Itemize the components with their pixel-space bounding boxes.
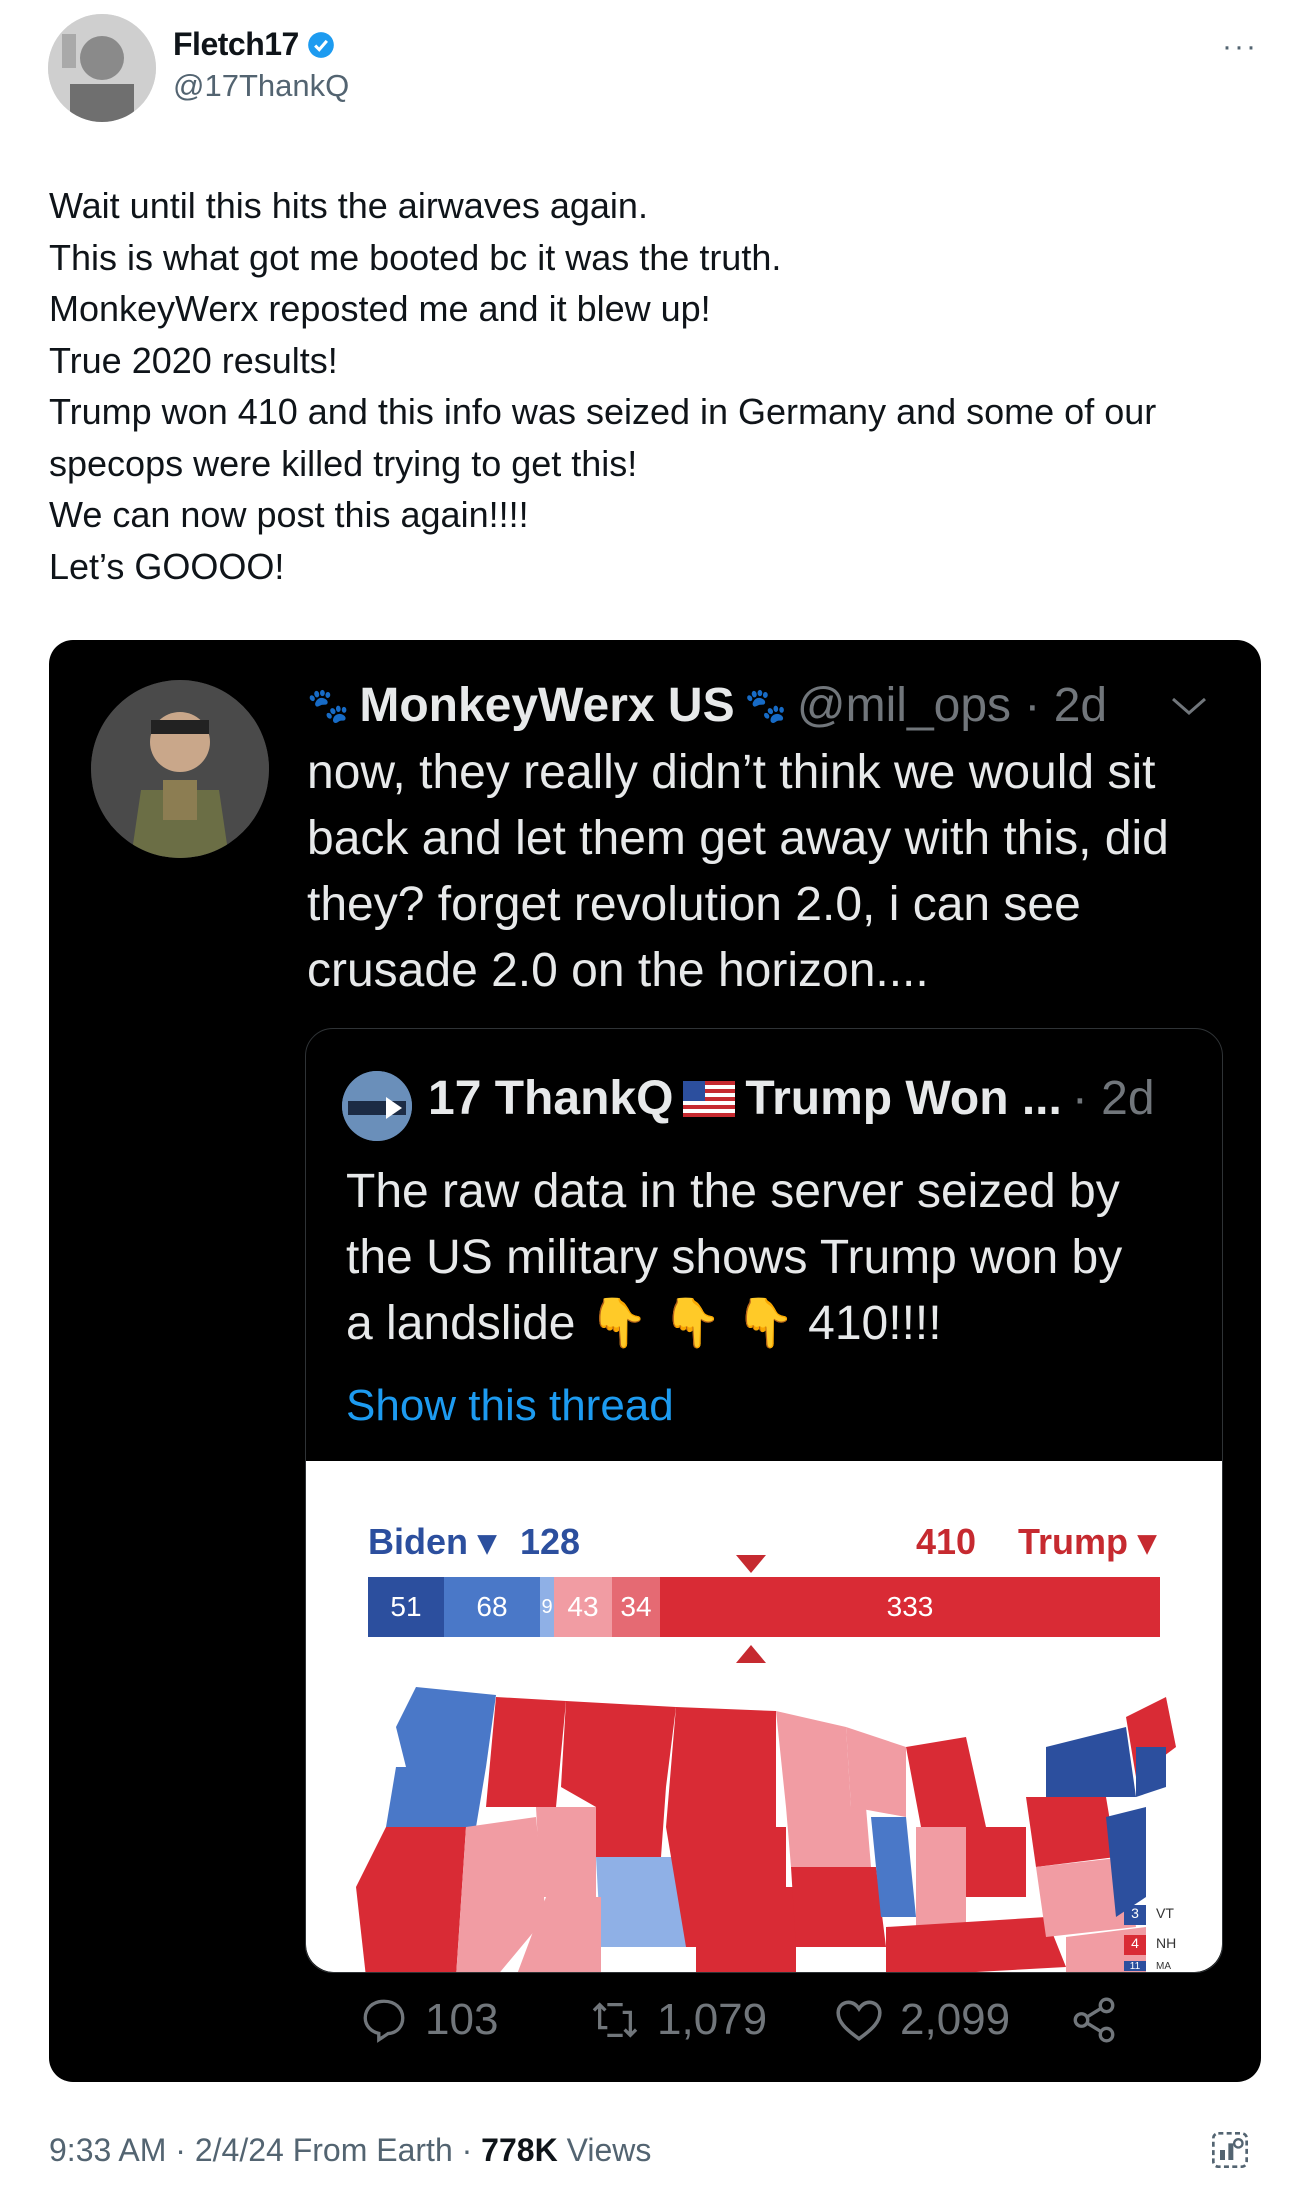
quoted-tweet: 17 ThankQ Trump Won ... · 2d The raw dat… — [305, 1028, 1223, 1973]
timestamp[interactable]: 9:33 AM · 2/4/24 From Earth · — [49, 2132, 481, 2168]
embedded-like: 2,099 — [834, 1995, 1010, 2045]
legend-value: 4 — [1124, 1935, 1146, 1955]
analytics-icon[interactable] — [1210, 2130, 1250, 2170]
embedded-avatar — [91, 680, 269, 858]
repost-count: 1,079 — [657, 1995, 768, 2044]
quoted-name-suffix: Trump Won ... — [745, 1072, 1062, 1125]
more-options-icon[interactable]: ··· — [1222, 30, 1258, 64]
quoted-avatar — [342, 1071, 412, 1141]
quoted-text: The raw data in the server seized by the… — [346, 1159, 1206, 1357]
quoted-time: · 2d — [1071, 1072, 1155, 1125]
embedded-header: 🐾 MonkeyWerx US 🐾 @mil_ops · 2d — [307, 678, 1107, 733]
legend-value: 11 — [1124, 1961, 1146, 1972]
embedded-line: back and let them get away with this, di… — [307, 812, 1169, 865]
views-label: Views — [557, 2132, 652, 2168]
tweet-line: We can now post this again!!!! — [49, 494, 529, 535]
us-map-graphic — [356, 1687, 1176, 1972]
bar-segment: 9 — [540, 1577, 554, 1637]
biden-label: Biden ▾ — [368, 1521, 497, 1562]
reply-icon — [363, 1999, 405, 2043]
repost-icon — [592, 2002, 638, 2038]
author-handle[interactable]: @17ThankQ — [173, 68, 349, 104]
quoted-name: 17 ThankQ — [428, 1072, 674, 1125]
author-name[interactable]: Fletch17 — [173, 26, 299, 63]
bar-segment: 43 — [554, 1577, 612, 1637]
embedded-action-bar: 103 1,079 2,099 — [269, 1995, 1169, 2055]
view-count: 778K — [481, 2132, 558, 2168]
trump-count: 410 — [916, 1521, 977, 1562]
embedded-line: crusade 2.0 on the horizon.... — [307, 944, 929, 997]
embedded-line: they? forget revolution 2.0, i can see — [307, 878, 1081, 931]
legend-label: MA — [1156, 1961, 1171, 1972]
heart-icon — [836, 2000, 882, 2041]
embedded-reply: 103 — [359, 1995, 498, 2045]
tweet-line: Let’s GOOOO! — [49, 545, 285, 587]
share-icon — [1069, 1995, 1119, 2045]
like-count: 2,099 — [900, 1995, 1011, 2044]
embedded-handle: @mil_ops · 2d — [796, 679, 1108, 732]
legend-label: VT — [1156, 1905, 1174, 1921]
chevron-down-icon — [1169, 684, 1209, 729]
embedded-text: now, they really didn’t think we would s… — [307, 740, 1237, 1004]
tweet-line: Wait until this hits the airwaves again. — [49, 185, 648, 226]
quoted-line: The raw data in the server seized by — [346, 1165, 1120, 1218]
paw-icon: 🐾 — [744, 686, 787, 725]
verified-badge-icon — [307, 31, 334, 58]
reply-count: 103 — [425, 1995, 499, 2044]
tweet-line: True 2020 results! — [49, 339, 338, 381]
embedded-repost: 1,079 — [589, 1995, 767, 2045]
attached-image[interactable]: 🐾 MonkeyWerx US 🐾 @mil_ops · 2d now, the… — [49, 640, 1261, 2082]
quoted-line: a landslide 👇 👇 👇 410!!!! — [346, 1297, 942, 1350]
show-thread-link: Show this thread — [346, 1381, 674, 1430]
marker-bottom-icon — [736, 1645, 766, 1663]
author-name-row[interactable]: Fletch17 — [173, 26, 335, 63]
biden-count: 128 — [520, 1521, 581, 1562]
us-flag-icon — [683, 1080, 736, 1117]
tweet-line: This is what got me booted bc it was the… — [49, 236, 782, 278]
legend-value: 3 — [1124, 1905, 1146, 1925]
quoted-line: the US military shows Trump won by — [346, 1231, 1123, 1284]
tweet-line: Trump won 410 and this info was seized i… — [49, 391, 1157, 432]
bar-segment: 333 — [660, 1577, 1160, 1637]
bar-segment: 34 — [612, 1577, 660, 1637]
author-avatar[interactable] — [48, 14, 156, 122]
electoral-map-image: Biden ▾ 128 410 Trump ▾ 51 68 9 43 34 33… — [306, 1461, 1222, 1972]
trump-label: Trump ▾ — [1018, 1521, 1157, 1562]
embedded-name: MonkeyWerx US — [359, 679, 735, 732]
bar-segment: 51 — [368, 1577, 444, 1637]
legend-label: NH — [1156, 1935, 1177, 1951]
tweet-body: Wait until this hits the airwaves again.… — [49, 180, 1249, 592]
tweet-meta: 9:33 AM · 2/4/24 From Earth · 778K Views — [49, 2132, 651, 2169]
tweet-line: specops were killed trying to get this! — [49, 442, 638, 484]
bar-segment: 68 — [444, 1577, 540, 1637]
embedded-line: now, they really didn’t think we would s… — [307, 746, 1156, 799]
tweet-line: MonkeyWerx reposted me and it blew up! — [49, 288, 711, 329]
quoted-header: 17 ThankQ Trump Won ... · 2d — [428, 1071, 1155, 1126]
paw-icon: 🐾 — [307, 686, 350, 725]
marker-top-icon — [736, 1555, 766, 1573]
